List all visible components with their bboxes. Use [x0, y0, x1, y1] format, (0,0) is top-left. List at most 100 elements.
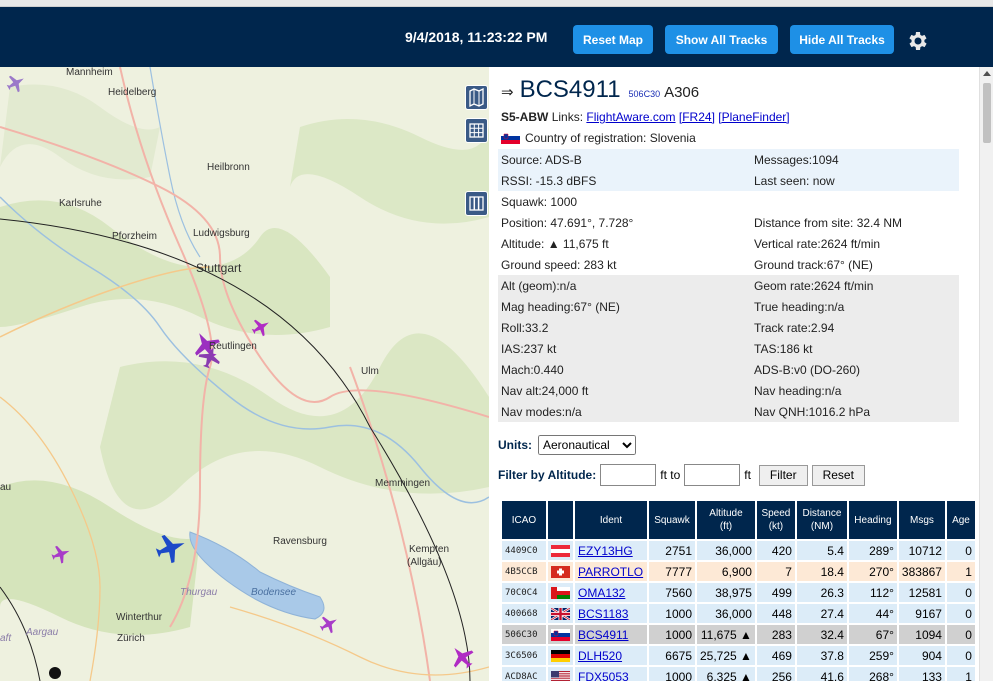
info-row: Mach:0.440 ADS-B:v0 (DO-260): [498, 359, 959, 380]
ft-label: ft: [744, 468, 751, 482]
squawk-cell: 6675: [649, 646, 695, 665]
speed-cell: 256: [756, 667, 795, 681]
speed-cell: 7: [756, 562, 795, 581]
planefinder-link[interactable]: [PlaneFinder]: [718, 110, 789, 124]
city-label: Heilbronn: [207, 162, 250, 173]
column-header[interactable]: Speed (kt): [756, 501, 795, 539]
column-header[interactable]: ICAO: [502, 501, 546, 539]
column-header[interactable]: Msgs: [898, 501, 945, 539]
clock-display: 9/4/2018, 11:23:22 PM: [405, 29, 548, 45]
column-header[interactable]: Age: [946, 501, 975, 539]
column-header[interactable]: Ident: [575, 501, 647, 539]
aircraft-row[interactable]: ACD8AC FDX5053 1000 6,325 ▲ 256 41.6 268° 133 1: [502, 667, 975, 681]
speed-cell: 420: [756, 541, 795, 560]
aircraft-row[interactable]: 70C0C4 OMA132 7560 38,975 499 26.3 112° 12581 0: [502, 583, 975, 602]
info-row: Roll:33.2 Track rate:2.94: [498, 317, 959, 338]
scroll-up-arrow-icon[interactable]: [983, 71, 991, 76]
aircraft-row[interactable]: 506C30 BCS4911 1000 11,675 ▲ 283 32.4 67° 1094 0: [502, 625, 975, 644]
info-left-cell: Position: 47.691°, 7.728°: [501, 215, 634, 230]
ident-link[interactable]: EZY13HG: [578, 544, 633, 558]
column-header[interactable]: Heading: [848, 501, 897, 539]
city-label: Zürich: [117, 633, 145, 644]
distance-cell: 41.6: [796, 667, 847, 681]
aircraft-row[interactable]: 400668 BCS1183 1000 36,000 448 27.4 44° 9167 0: [502, 604, 975, 623]
city-label: Heidelberg: [108, 87, 157, 98]
column-header[interactable]: Distance (NM): [796, 501, 847, 539]
info-right-cell: ADS-B:v0 (DO-260): [751, 359, 959, 380]
info-right-cell: Nav QNH:1016.2 hPa: [751, 401, 959, 422]
flightaware-link[interactable]: FlightAware.com: [586, 110, 675, 124]
info-row: Mag heading:67° (NE) True heading:n/a: [498, 296, 959, 317]
reset-filter-button[interactable]: Reset: [811, 464, 865, 486]
scrollbar-thumb[interactable]: [983, 83, 991, 143]
age-cell: 0: [946, 583, 975, 602]
info-left-cell: Ground speed: 283 kt: [501, 257, 617, 272]
ident-link[interactable]: BCS1183: [578, 607, 628, 621]
flag-cell: [548, 625, 573, 644]
city-label: Ludwigsburg: [193, 228, 250, 239]
info-left-cell: IAS:237 kt: [498, 338, 751, 359]
info-left-cell: Mach:0.440: [498, 359, 751, 380]
info-row: Squawk: 1000: [498, 191, 959, 212]
msgs-cell: 904: [898, 646, 945, 665]
site-marker: [49, 667, 61, 679]
speed-cell: 448: [756, 604, 795, 623]
info-row: IAS:237 kt TAS:186 kt: [498, 338, 959, 359]
heading-cell: 289°: [848, 541, 897, 560]
ident-link[interactable]: FDX5053: [578, 670, 629, 681]
ident-link[interactable]: PARROTLO: [578, 565, 643, 579]
units-label: Units:: [498, 438, 532, 452]
show-all-tracks-button[interactable]: Show All Tracks: [665, 25, 778, 54]
units-select[interactable]: Aeronautical: [538, 435, 636, 455]
column-header[interactable]: [548, 501, 573, 539]
altitude-min-input[interactable]: [600, 464, 657, 486]
aircraft-row[interactable]: 4409C0 EZY13HG 2751 36,000 420 5.4 289° 10712 0: [502, 541, 975, 560]
grid-button[interactable]: [465, 118, 488, 143]
speed-cell: 283: [756, 625, 795, 644]
icao-cell: 400668: [502, 604, 546, 623]
info-right-cell: Track rate:2.94: [751, 317, 959, 338]
columns-icon: [469, 196, 484, 211]
city-label: Memmingen: [375, 478, 431, 489]
lake-label: Bodensee: [251, 587, 297, 598]
region-label: Aargau: [26, 627, 59, 638]
map-canvas: [0, 67, 489, 681]
hide-all-tracks-button[interactable]: Hide All Tracks: [790, 25, 894, 54]
heading-cell: 268°: [848, 667, 897, 681]
column-header[interactable]: Altitude (ft): [697, 501, 755, 539]
info-right-cell: Geom rate:2624 ft/min: [751, 275, 959, 296]
info-row: Nav alt:24,000 ft Nav heading:n/a: [498, 380, 959, 401]
region-label: Thurgau: [180, 587, 218, 598]
aircraft-row[interactable]: 4B5CCB PARROTLO 7777 6,900 7 18.4 270° 383867 1: [502, 562, 975, 581]
columns-button[interactable]: [465, 191, 488, 216]
map-layers-button[interactable]: [465, 85, 488, 110]
altitude-cell: 36,000: [697, 541, 755, 560]
info-left-cell: Mag heading:67° (NE): [498, 296, 751, 317]
heading-cell: 259°: [848, 646, 897, 665]
squawk-cell: 7777: [649, 562, 695, 581]
gear-icon[interactable]: [905, 29, 929, 53]
info-row: Alt (geom):n/a Geom rate:2624 ft/min: [498, 275, 959, 296]
squawk-cell: 7560: [649, 583, 695, 602]
ident-link[interactable]: OMA132: [578, 586, 625, 600]
oman-flag-icon: [551, 587, 570, 600]
altitude-max-input[interactable]: [684, 464, 741, 486]
column-header[interactable]: Squawk: [649, 501, 695, 539]
info-left-cell: RSSI: -15.3 dBFS: [498, 170, 751, 191]
ident-cell: EZY13HG: [575, 541, 647, 560]
city-label: Ulm: [361, 366, 379, 377]
map-view[interactable]: Mannheim Heidelberg Heilbronn Karlsruhe …: [0, 67, 489, 681]
flag-cell: [548, 667, 573, 681]
icao-hex: 506C30: [628, 89, 661, 99]
aircraft-row[interactable]: 3C6506 DLH520 6675 25,725 ▲ 469 37.8 259° 904 0: [502, 646, 975, 665]
filter-button[interactable]: Filter: [758, 464, 808, 486]
fr24-link[interactable]: [FR24]: [679, 110, 715, 124]
scrollbar[interactable]: [979, 67, 993, 681]
squawk-cell: 1000: [649, 667, 695, 681]
info-right-cell: [751, 191, 959, 212]
altitude-cell: 38,975: [697, 583, 755, 602]
ident-link[interactable]: DLH520: [578, 649, 622, 663]
reset-map-button[interactable]: Reset Map: [573, 25, 653, 54]
ident-link[interactable]: BCS4911: [578, 628, 628, 642]
switzerland-flag-icon: [551, 566, 570, 579]
